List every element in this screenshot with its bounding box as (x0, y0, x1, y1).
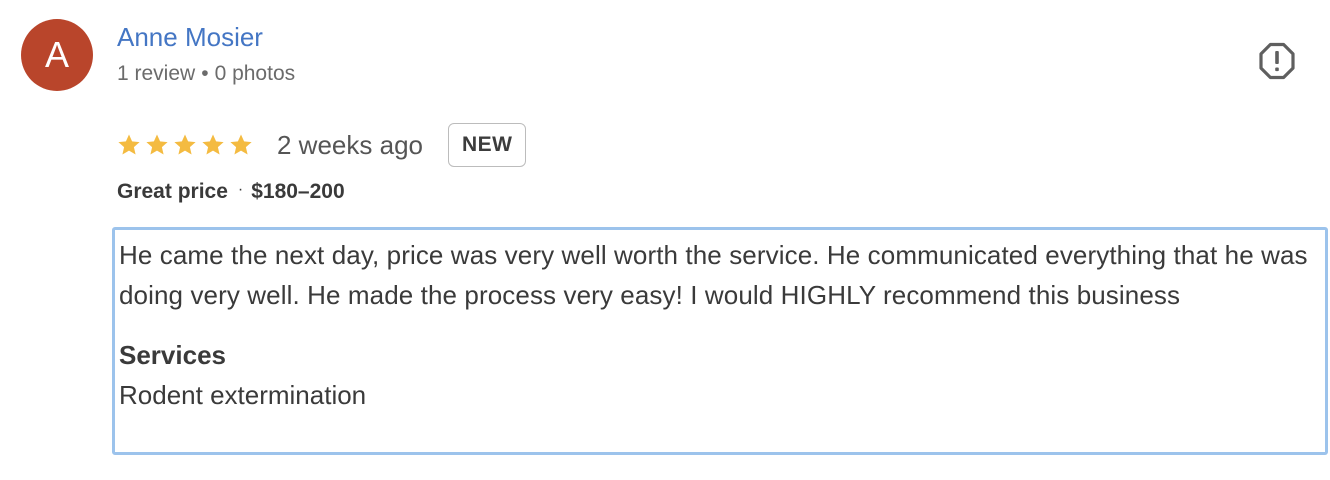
review-body[interactable]: He came the next day, price was very wel… (112, 227, 1328, 455)
star-icon (202, 134, 224, 155)
author-name-link[interactable]: Anne Mosier (117, 22, 263, 53)
star-icon (118, 134, 140, 155)
price-separator: · (237, 181, 244, 198)
avatar-letter: A (44, 34, 69, 75)
star-icon (146, 134, 168, 155)
avatar[interactable]: A (21, 19, 93, 91)
new-badge: NEW (447, 123, 527, 167)
star-icon (230, 134, 252, 155)
report-flag-icon (1259, 42, 1295, 80)
price-row: Great price · $180–200 (117, 180, 345, 204)
services-title: Services (119, 340, 226, 370)
star-rating (117, 133, 253, 157)
review-date: 2 weeks ago (277, 129, 423, 160)
author-meta: 1 review • 0 photos (117, 62, 295, 86)
author-photo-count: 0 photos (214, 62, 296, 85)
review-card: A Anne Mosier 1 review • 0 photos 2 weeks … (0, 0, 1330, 480)
price-assessment: Great price (117, 180, 228, 203)
services-value: Rodent extermination (119, 380, 367, 410)
rating-row: 2 weeks ago NEW (117, 120, 527, 170)
author-review-count: 1 review (117, 62, 196, 85)
price-range: $180–200 (251, 180, 345, 203)
report-review-button[interactable] (1254, 38, 1300, 84)
meta-separator: • (201, 62, 209, 85)
review-text: He came the next day, price was very wel… (119, 240, 1308, 310)
star-icon (174, 134, 196, 155)
